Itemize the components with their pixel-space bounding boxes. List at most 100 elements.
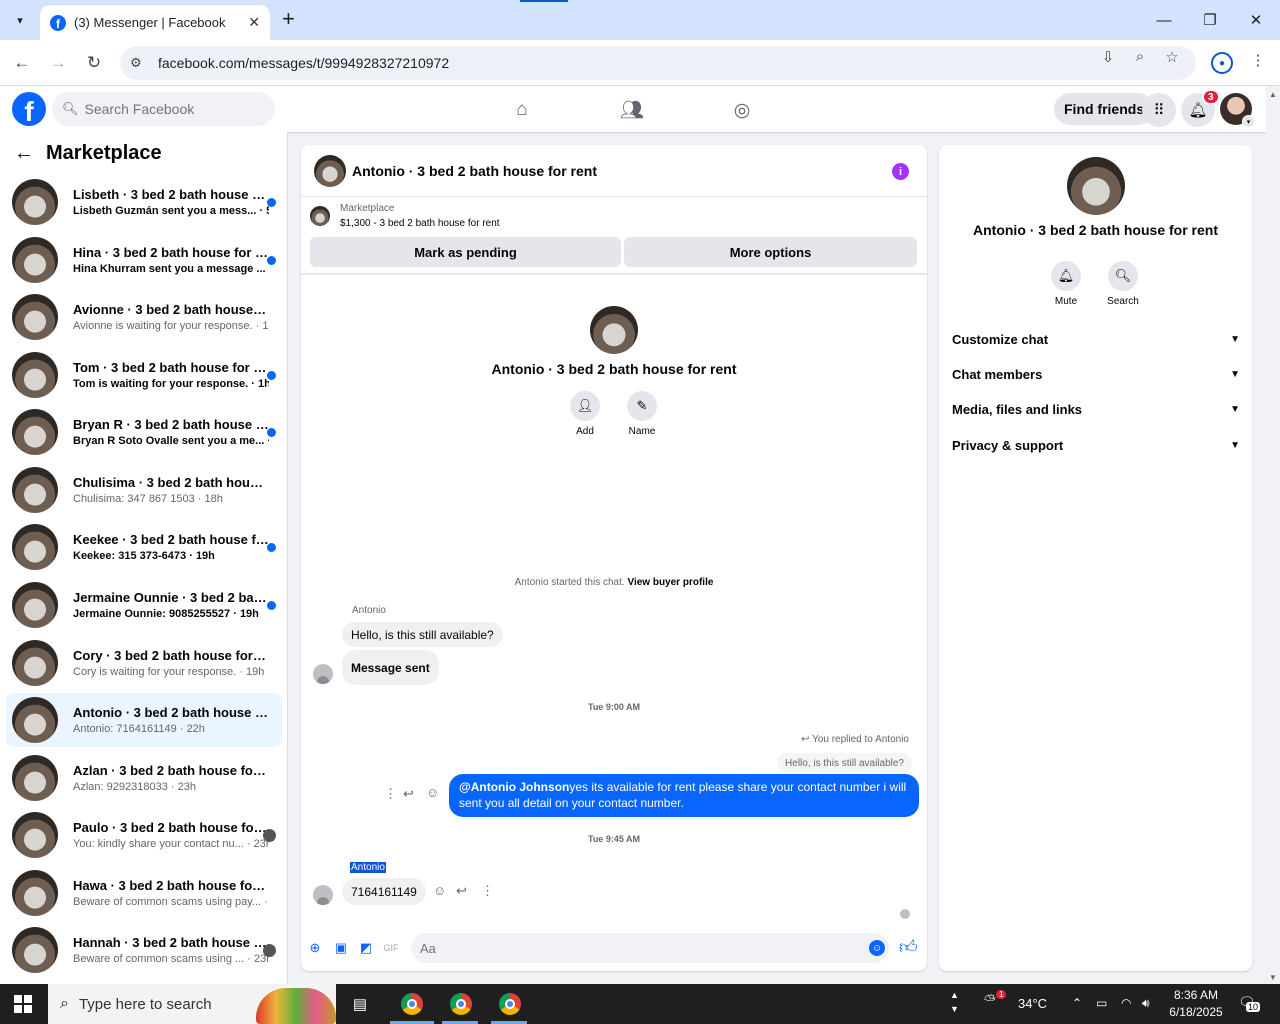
facebook-logo-icon[interactable]: f — [12, 92, 46, 126]
task-view-icon[interactable]: ▤ — [345, 990, 375, 1018]
outgoing-message[interactable]: @Antonio Johnsonyes its available for re… — [449, 774, 919, 817]
quoted-message[interactable]: Hello, is this still available? — [777, 753, 912, 773]
taskbar-scroll-icon[interactable]: ▲ ▼ — [950, 988, 959, 1016]
thumbs-up-icon[interactable]: 👍︎ — [899, 936, 918, 958]
page-scrollbar[interactable]: ▲ ▼ — [1266, 86, 1280, 984]
reply-icon[interactable]: ↩ — [456, 883, 467, 899]
back-arrow-icon[interactable]: ← — [14, 142, 34, 165]
tab-search-button[interactable]: ▾ — [8, 8, 32, 32]
conversation-item[interactable]: Chulisima · 3 bed 2 bath house for rent C… — [6, 463, 282, 517]
meet-now-icon[interactable]: ▭ — [1096, 996, 1107, 1010]
chrome-taskbar-icon[interactable] — [397, 990, 427, 1018]
conversation-item[interactable]: Hawa · 3 bed 2 bath house for rent Beware… — [6, 866, 282, 920]
add-people-button[interactable]: 👤︎ Add — [555, 391, 615, 437]
more-actions-icon[interactable]: ⋮ — [384, 786, 397, 802]
view-buyer-profile-link[interactable]: View buyer profile — [627, 577, 713, 588]
temperature[interactable]: 34°C — [1018, 996, 1047, 1011]
conversation-item[interactable]: Avionne · 3 bed 2 bath house for rent Avi… — [6, 290, 282, 344]
marketplace-listing[interactable]: Marketplace $1,300 - 3 bed 2 bath house … — [310, 203, 500, 229]
seen-avatar — [263, 829, 276, 842]
chat-title[interactable]: Antonio · 3 bed 2 bath house for rent — [352, 163, 597, 179]
account-avatar[interactable]: ▾ — [1220, 93, 1255, 128]
conversation-item[interactable]: Antonio · 3 bed 2 bath house for rent Ant… — [6, 693, 282, 747]
site-settings-icon[interactable]: ⚙ — [130, 55, 150, 71]
started-text: Antonio started this chat. — [514, 577, 625, 588]
gif-icon[interactable]: GIF — [382, 939, 400, 957]
sidebar-header: ← Marketplace — [14, 142, 162, 165]
profile-avatar[interactable] — [1067, 157, 1125, 215]
conversation-item[interactable]: Hina · 3 bed 2 bath house for rent Hina K… — [6, 233, 282, 287]
browser-tab[interactable]: f (3) Messenger | Facebook ✕ — [40, 5, 270, 40]
photo-icon[interactable]: ▣ — [332, 939, 350, 957]
conversation-item[interactable]: Bryan R · 3 bed 2 bath house for rent Bry… — [6, 405, 282, 459]
close-window-button[interactable]: ✕ — [1233, 0, 1279, 40]
reply-icon[interactable]: ↩ — [403, 786, 414, 802]
hidden-icons-chevron-icon[interactable]: ⌃ — [1072, 996, 1082, 1010]
media-files-links-section[interactable]: Media, files and links ▼ — [952, 394, 1240, 424]
react-emoji-icon[interactable]: ☺ — [426, 785, 439, 800]
system-clock[interactable]: 8:36 AM 6/18/2025 — [1160, 987, 1232, 1021]
maximize-button[interactable]: ❐ — [1187, 0, 1233, 40]
mute-button[interactable]: 🔔︎ Mute — [1036, 261, 1096, 307]
chevron-down-icon: ▼ — [1230, 333, 1240, 345]
install-app-icon[interactable]: ⇩ — [1098, 48, 1118, 66]
conversation-item[interactable]: Hannah · 3 bed 2 bath house for rent Bewa… — [6, 923, 282, 977]
bookmark-star-icon[interactable]: ☆ — [1162, 48, 1182, 66]
incoming-message[interactable]: 7164161149 — [342, 878, 426, 905]
conversation-item[interactable]: Lisbeth · 3 bed 2 bath house for rent Lis… — [6, 175, 282, 229]
menu-grid-icon[interactable]: ⠿ — [1142, 93, 1176, 127]
back-button[interactable]: ← — [10, 51, 34, 75]
omnibox[interactable]: ⚙ facebook.com/messages/t/99949283272109… — [120, 46, 1196, 80]
mention[interactable]: @Antonio Johnson — [459, 780, 569, 794]
chrome-menu-icon[interactable]: ⋮ — [1248, 51, 1268, 69]
chat-members-section[interactable]: Chat members ▼ — [952, 359, 1240, 389]
emoji-icon[interactable]: ☺ — [869, 940, 885, 956]
friends-icon[interactable]: 👥︎ — [620, 98, 644, 122]
forward-button[interactable]: → — [46, 51, 70, 75]
reload-button[interactable]: ↻ — [82, 51, 106, 75]
minimize-button[interactable]: — — [1141, 0, 1187, 40]
facebook-search[interactable]: 🔍︎ — [52, 92, 275, 126]
conversation-item[interactable]: Cory · 3 bed 2 bath house for rent Cory i… — [6, 636, 282, 690]
find-friends-button[interactable]: Find friends — [1054, 93, 1155, 125]
sender-avatar[interactable] — [313, 664, 333, 684]
sender-avatar[interactable] — [313, 885, 333, 905]
react-emoji-icon[interactable]: ☺ — [433, 883, 446, 898]
conversation-item[interactable]: Jermaine Ounnie · 3 bed 2 bath house for… — [6, 578, 282, 632]
sticker-icon[interactable]: ◩ — [357, 939, 375, 957]
chat-avatar[interactable] — [314, 154, 346, 187]
close-tab-icon[interactable]: ✕ — [248, 14, 260, 31]
info-icon[interactable]: i — [892, 163, 909, 180]
message-input[interactable] — [411, 933, 889, 963]
groups-icon[interactable]: ◎ — [730, 98, 754, 122]
more-actions-icon[interactable]: ⋮ — [481, 883, 494, 899]
more-options-button[interactable]: More options — [624, 237, 917, 267]
scroll-down-icon[interactable]: ▼ — [1269, 973, 1277, 982]
windows-start-icon[interactable] — [14, 995, 32, 1013]
zoom-icon[interactable]: ⌕ — [1130, 48, 1150, 65]
conversation-item[interactable]: Paulo · 3 bed 2 bath house for rent You: … — [6, 808, 282, 862]
name-chat-button[interactable]: ✎ Name — [612, 391, 672, 437]
volume-icon[interactable]: 🔊︎ — [1142, 996, 1150, 1011]
incoming-message[interactable]: Hello, is this still available? — [342, 622, 503, 647]
conversation-item[interactable]: Azlan · 3 bed 2 bath house for rent Azlan… — [6, 751, 282, 805]
chrome-taskbar-icon[interactable] — [446, 990, 476, 1018]
privacy-support-section[interactable]: Privacy & support ▼ — [952, 430, 1240, 460]
mark-as-pending-button[interactable]: Mark as pending — [310, 237, 621, 267]
scroll-up-icon[interactable]: ▲ — [1269, 90, 1277, 99]
plus-icon[interactable]: ⊕ — [306, 939, 324, 957]
incoming-message[interactable]: Message sent — [342, 650, 439, 685]
customize-chat-section[interactable]: Customize chat ▼ — [952, 324, 1240, 354]
conversation-item[interactable]: Keekee · 3 bed 2 bath house for rent Keek… — [6, 520, 282, 574]
profile-icon[interactable]: ● — [1211, 52, 1233, 74]
network-icon[interactable]: ◠ — [1121, 996, 1131, 1010]
facebook-search-input[interactable] — [84, 101, 255, 117]
notification-center-icon[interactable]: 🗨︎10 — [1238, 994, 1261, 1012]
conversation-item[interactable]: Tom · 3 bed 2 bath house for rent Tom is … — [6, 348, 282, 402]
preview-text: Chulisima: 347 867 1503 — [73, 493, 195, 505]
search-in-chat-button[interactable]: 🔍︎ Search — [1093, 261, 1153, 307]
chrome-taskbar-icon[interactable] — [495, 990, 525, 1018]
new-tab-button[interactable]: + — [282, 8, 295, 30]
weather-icon[interactable]: ⛅︎ 1 — [984, 990, 1007, 1009]
home-icon[interactable]: ⌂ — [510, 98, 534, 122]
